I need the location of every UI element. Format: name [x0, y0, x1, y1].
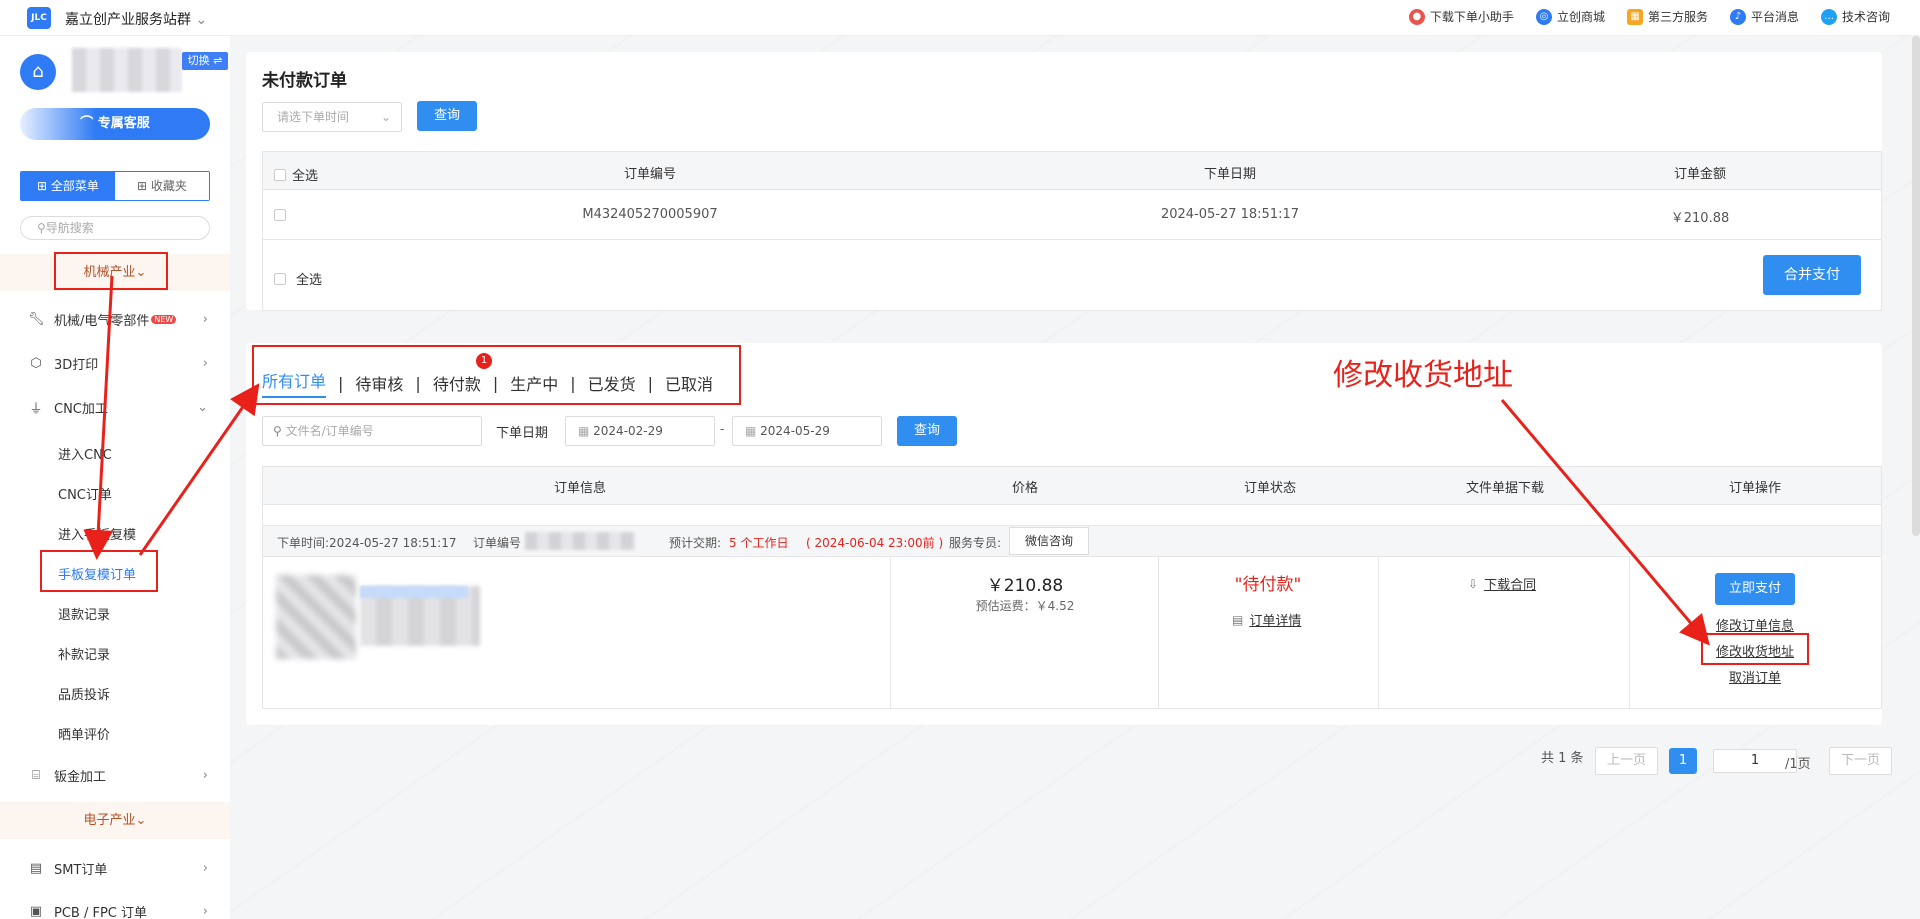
prev-page-button[interactable]: 上一页	[1595, 747, 1658, 775]
page-total-label: /1页	[1785, 757, 1811, 772]
arrow-to-modify-address	[1500, 399, 1710, 646]
page-1-button[interactable]: 1	[1669, 748, 1697, 774]
annotation-arrows	[83, 275, 1710, 646]
next-page-button[interactable]: 下一页	[1829, 747, 1892, 775]
pager-total: 共 1 条	[1541, 751, 1584, 766]
scrollbar[interactable]	[1912, 36, 1920, 536]
arrow-to-status-tabs	[138, 383, 260, 556]
arrow-to-prototype-orders	[83, 275, 114, 560]
